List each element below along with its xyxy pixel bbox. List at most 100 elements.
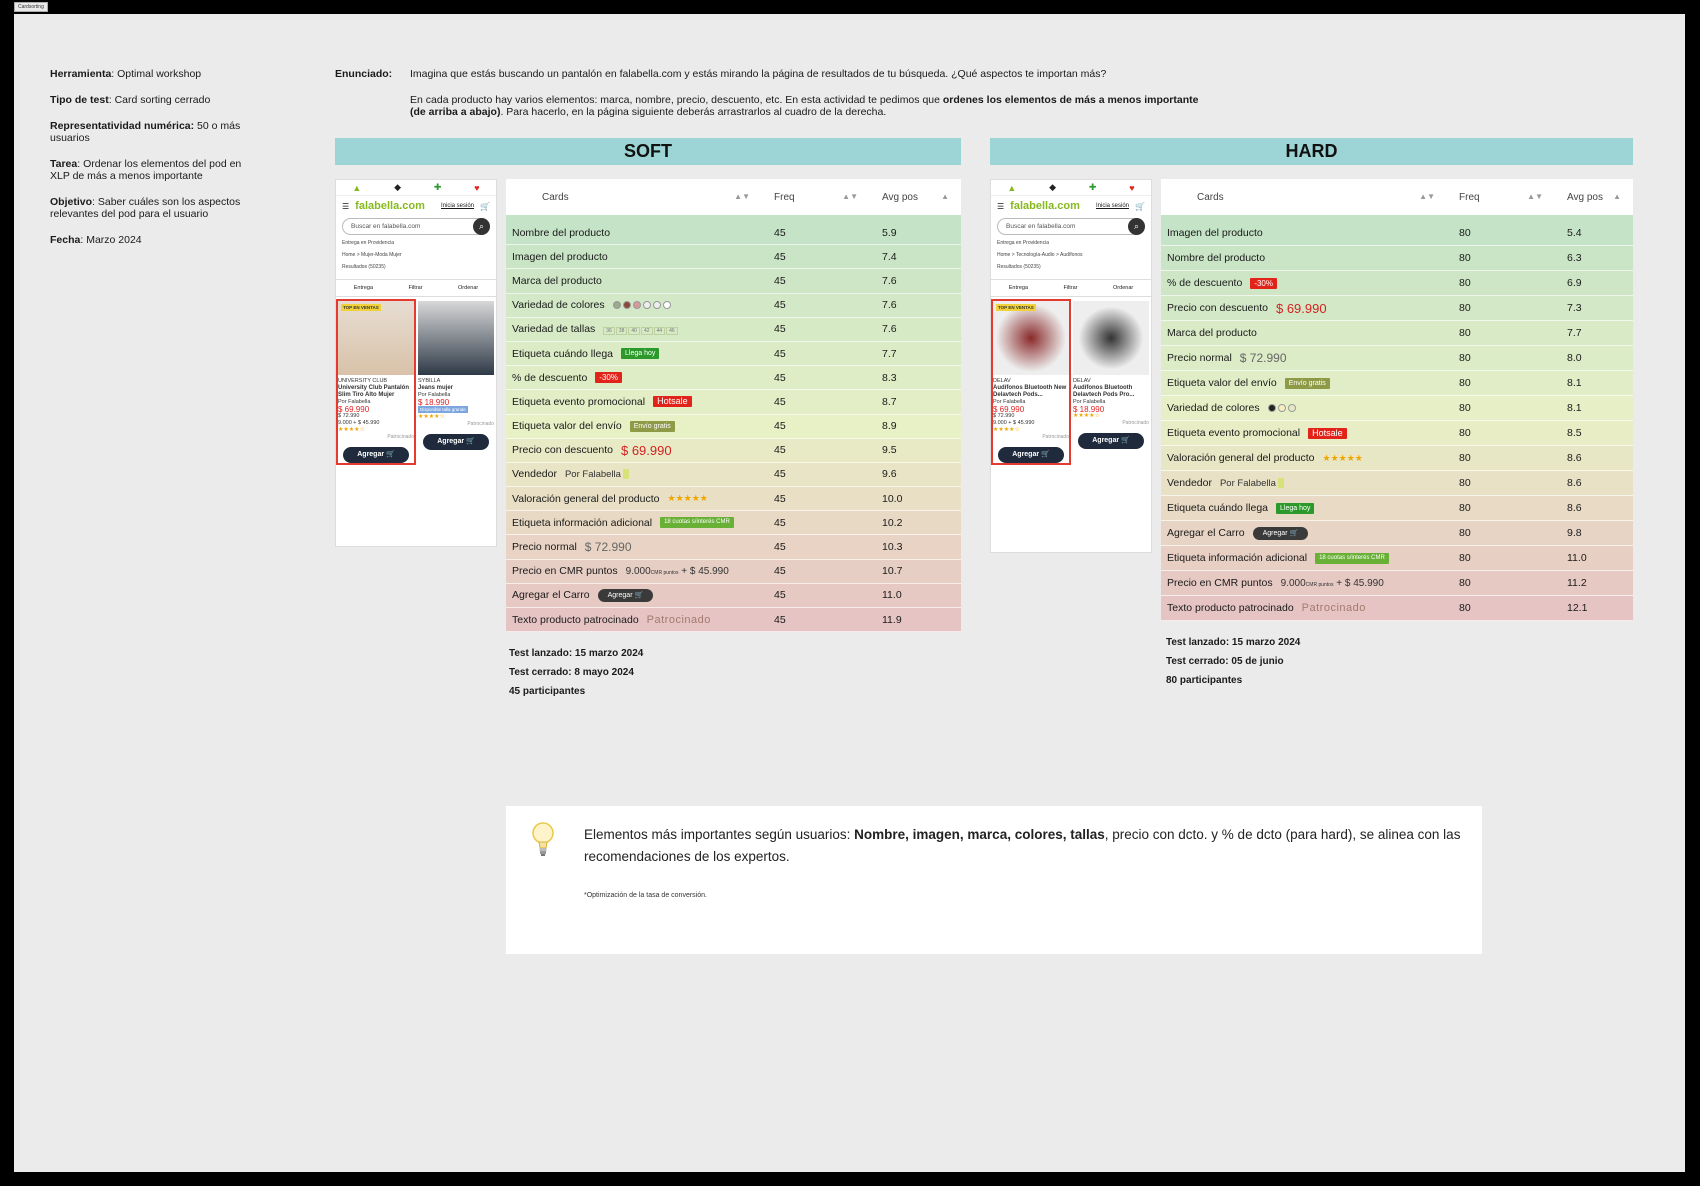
product-card[interactable]: TOP EN VENTAS UNIVERSITY CLUB University C… bbox=[336, 299, 416, 465]
delivery-location[interactable]: Entrega en Providencia bbox=[991, 237, 1151, 249]
search-icon[interactable]: ⌕ bbox=[1128, 218, 1145, 235]
cell-freq: 80 bbox=[1459, 602, 1471, 614]
gift-icon[interactable]: ◆ bbox=[394, 182, 401, 193]
delivery-location[interactable]: Entrega en Providencia bbox=[336, 237, 496, 249]
product-name[interactable]: University Club Pantalón Slim Tiro Alto … bbox=[338, 385, 414, 399]
product-brand: DELAV bbox=[1073, 378, 1091, 384]
add-to-cart-button[interactable]: Agregar 🛒 bbox=[343, 447, 409, 463]
table-row[interactable]: Variedad de colores 80 8.1 bbox=[1161, 396, 1633, 421]
table-row[interactable]: Precio en CMR puntos 9.000CMR puntos + $ … bbox=[1161, 571, 1633, 596]
table-row[interactable]: Precio normal $ 72.990 45 10.3 bbox=[506, 535, 961, 560]
phone-search-input[interactable]: Buscar en falabella.com ⌕ bbox=[342, 218, 490, 235]
filter-entrega[interactable]: Entrega bbox=[1009, 285, 1028, 291]
sort-icon[interactable]: ▲▼ bbox=[734, 192, 762, 203]
phone-search-input[interactable]: Buscar en falabella.com ⌕ bbox=[997, 218, 1145, 235]
table-row[interactable]: Texto producto patrocinado Patrocinado 80 1… bbox=[1161, 596, 1633, 621]
cell-avg: 9.8 bbox=[1567, 527, 1582, 539]
table-row[interactable]: Marca del producto 45 7.6 bbox=[506, 269, 961, 294]
breadcrumb[interactable]: Home > Tecnología-Audio > Audífonos bbox=[991, 249, 1151, 261]
product-name[interactable]: Audífonos Bluetooth New Delavtech Pods..… bbox=[993, 385, 1069, 399]
header-cards[interactable]: Cards ▲▼ bbox=[506, 192, 762, 203]
frame-label: Cardsorting bbox=[14, 2, 48, 12]
table-row[interactable]: Valoración general del producto ★★★★★ 45 10… bbox=[506, 487, 961, 512]
table-row[interactable]: Etiqueta cuándo llega Llega hoy 80 8.6 bbox=[1161, 496, 1633, 521]
table-row[interactable]: Nombre del producto 45 5.9 bbox=[506, 221, 961, 246]
sort-icon-active[interactable]: ▲ bbox=[1613, 192, 1633, 203]
table-row[interactable]: Nombre del producto 80 6.3 bbox=[1161, 246, 1633, 271]
filter-filtrar[interactable]: Filtrar bbox=[1063, 285, 1077, 291]
add-to-cart-button[interactable]: Agregar 🛒 bbox=[998, 447, 1064, 463]
sort-icon[interactable]: ▲▼ bbox=[1419, 192, 1447, 203]
product-name[interactable]: Jeans mujer bbox=[418, 385, 494, 392]
table-row[interactable]: Etiqueta información adicional 18 cuotas … bbox=[1161, 546, 1633, 571]
enunciado-p2: En cada producto hay varios elementos: m… bbox=[410, 94, 1200, 118]
table-row[interactable]: Etiqueta valor del envío Envío gratis 80 8.… bbox=[1161, 371, 1633, 396]
table-row[interactable]: Precio en CMR puntos 9.000CMR puntos + $ … bbox=[506, 559, 961, 584]
table-row[interactable]: Variedad de colores 45 7.6 bbox=[506, 293, 961, 318]
table-row[interactable]: Valoración general del producto ★★★★★ 80 8.… bbox=[1161, 446, 1633, 471]
header-cards[interactable]: Cards ▲▼ bbox=[1161, 192, 1447, 203]
product-card[interactable]: SYBILLA Jeans mujer Por Falabella $ 18.990 D… bbox=[418, 301, 494, 463]
table-row[interactable]: % de descuento -30% 45 8.3 bbox=[506, 366, 961, 391]
star-icon[interactable]: ✚ bbox=[1089, 182, 1097, 193]
table-row[interactable]: % de descuento -30% 80 6.9 bbox=[1161, 271, 1633, 296]
header-freq[interactable]: Freq ▲▼ bbox=[762, 192, 870, 203]
filter-filtrar[interactable]: Filtrar bbox=[408, 285, 422, 291]
table-row[interactable]: Imagen del producto 45 7.4 bbox=[506, 245, 961, 270]
search-icon[interactable]: ⌕ bbox=[473, 218, 490, 235]
product-card[interactable]: DELAV Audífonos Bluetooth Delavtech Pods … bbox=[1073, 301, 1149, 463]
table-row[interactable]: Etiqueta valor del envío Envío gratis 45 8.… bbox=[506, 414, 961, 439]
cell-freq: 45 bbox=[774, 395, 786, 408]
gift-icon[interactable]: ◆ bbox=[1049, 182, 1056, 193]
login-link[interactable]: Inicia sesión bbox=[441, 203, 474, 209]
login-link[interactable]: Inicia sesión bbox=[1096, 203, 1129, 209]
add-to-cart-button[interactable]: Agregar 🛒 bbox=[423, 434, 489, 450]
table-row[interactable]: Vendedor Por Falabella 80 8.6 bbox=[1161, 471, 1633, 496]
header-freq[interactable]: Freq ▲▼ bbox=[1447, 192, 1555, 203]
falabella-logo[interactable]: falabella.com bbox=[1010, 200, 1080, 212]
store-icon[interactable]: ▲ bbox=[1007, 183, 1016, 193]
header-avg[interactable]: Avg pos ▲ bbox=[870, 192, 961, 203]
add-to-cart-button[interactable]: Agregar 🛒 bbox=[1078, 433, 1144, 449]
table-row[interactable]: Texto producto patrocinado Patrocinado 45 1… bbox=[506, 608, 961, 633]
cell-avg: 8.1 bbox=[1567, 402, 1582, 414]
table-row[interactable]: Variedad de tallas 36 38 40 42 44 46 45 7.6 bbox=[506, 317, 961, 342]
heart-icon[interactable]: ♥ bbox=[474, 183, 479, 193]
llega-hoy-chip: Llega hoy bbox=[621, 348, 660, 360]
cell-avg: 12.1 bbox=[1567, 602, 1588, 614]
heart-icon[interactable]: ♥ bbox=[1129, 183, 1134, 193]
cell-avg: 10.3 bbox=[882, 541, 903, 554]
star-icon[interactable]: ✚ bbox=[434, 182, 442, 193]
header-avg[interactable]: Avg pos ▲ bbox=[1555, 192, 1633, 203]
product-card[interactable]: TOP EN VENTAS DELAV Audífonos Bluetooth Ne… bbox=[991, 299, 1071, 465]
cart-icon[interactable]: 🛒 bbox=[480, 202, 490, 211]
table-row[interactable]: Etiqueta evento promocional Hotsale 45 8.7 bbox=[506, 390, 961, 415]
cart-icon[interactable]: 🛒 bbox=[1135, 202, 1145, 211]
cell-avg: 6.3 bbox=[1567, 252, 1582, 264]
menu-icon[interactable]: ☰ bbox=[997, 202, 1004, 211]
meta-item-4: Objetivo: Saber cuáles son los aspectos … bbox=[50, 196, 250, 220]
sort-icon[interactable]: ▲▼ bbox=[842, 192, 870, 203]
filter-ordenar[interactable]: Ordenar bbox=[1113, 285, 1133, 291]
sort-icon[interactable]: ▲▼ bbox=[1527, 192, 1555, 203]
product-name[interactable]: Audífonos Bluetooth Delavtech Pods Pro..… bbox=[1073, 385, 1149, 399]
table-row[interactable]: Imagen del producto 80 5.4 bbox=[1161, 221, 1633, 246]
table-row[interactable]: Etiqueta información adicional 18 cuotas … bbox=[506, 511, 961, 536]
filter-ordenar[interactable]: Ordenar bbox=[458, 285, 478, 291]
table-row[interactable]: Agregar el Carro Agregar 🛒 45 11.0 bbox=[506, 583, 961, 608]
store-icon[interactable]: ▲ bbox=[352, 183, 361, 193]
sort-icon-active[interactable]: ▲ bbox=[941, 192, 961, 203]
table-row[interactable]: Vendedor Por Falabella 45 9.6 bbox=[506, 462, 961, 488]
menu-icon[interactable]: ☰ bbox=[342, 202, 349, 211]
filter-entrega[interactable]: Entrega bbox=[354, 285, 373, 291]
table-row[interactable]: Etiqueta cuándo llega Llega hoy 45 7.7 bbox=[506, 341, 961, 367]
table-row[interactable]: Precio con descuento $ 69.990 80 7.3 bbox=[1161, 296, 1633, 321]
table-row[interactable]: Agregar el Carro Agregar 🛒 80 9.8 bbox=[1161, 521, 1633, 546]
table-row[interactable]: Precio normal $ 72.990 80 8.0 bbox=[1161, 346, 1633, 371]
table-row[interactable]: Marca del producto 80 7.7 bbox=[1161, 321, 1633, 346]
product-stars: ★★★★☆ bbox=[1073, 413, 1100, 419]
table-row[interactable]: Precio con descuento $ 69.990 45 9.5 bbox=[506, 438, 961, 463]
breadcrumb[interactable]: Home > Mujer-Moda Mujer bbox=[336, 249, 496, 261]
falabella-logo[interactable]: falabella.com bbox=[355, 200, 425, 212]
table-row[interactable]: Etiqueta evento promocional Hotsale 80 8.5 bbox=[1161, 421, 1633, 446]
